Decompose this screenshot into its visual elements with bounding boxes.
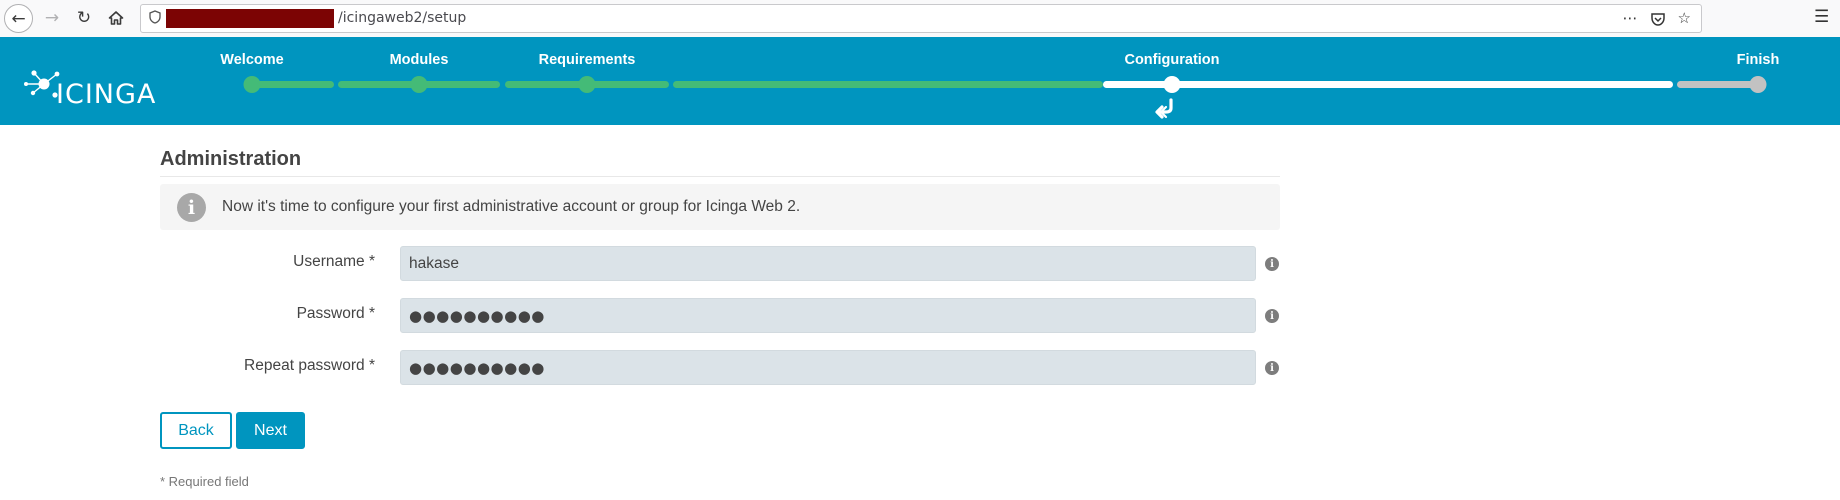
step-dot-welcome <box>243 76 261 93</box>
progress-segment-finish <box>1677 81 1759 88</box>
star-icon[interactable]: ☆ <box>1678 9 1691 27</box>
reload-icon: ↻ <box>76 8 92 28</box>
step-dot-configuration <box>1163 76 1181 93</box>
arrow-right-icon: → <box>44 8 60 28</box>
url-bar[interactable]: /icingaweb2/setup ⋯ ☆ <box>140 4 1702 33</box>
password-help-icon[interactable]: i <box>1265 309 1279 323</box>
browser-toolbar: ← → ↻ /icingaweb2/setup ⋯ ☆ ☰ <box>0 0 1840 38</box>
shield-icon <box>149 10 161 24</box>
pocket-icon[interactable] <box>1650 11 1666 27</box>
progress-segment-welcome <box>252 81 334 88</box>
required-field-note: * Required field <box>160 474 249 489</box>
info-text: Now it's time to configure your first ad… <box>222 198 801 215</box>
back-button[interactable]: ← <box>4 4 33 33</box>
info-icon: i <box>177 193 206 222</box>
repeat-password-help-icon[interactable]: i <box>1265 361 1279 375</box>
username-label: Username * <box>293 253 375 270</box>
step-requirements: Requirements <box>538 52 636 68</box>
step-modules: Modules <box>389 52 449 68</box>
step-dot-requirements <box>578 76 596 93</box>
progress-segment-config-current <box>1103 81 1673 88</box>
setup-header: ICINGA Welcome Modules Requirements Conf… <box>0 37 1840 125</box>
url-path: /icingaweb2/setup <box>338 10 467 26</box>
password-label: Password * <box>296 305 375 322</box>
info-message: i Now it's time to configure your first … <box>160 184 1280 230</box>
logo-text: ICINGA <box>56 79 157 110</box>
title-divider <box>160 176 1280 177</box>
next-button[interactable]: Next <box>236 412 305 449</box>
username-help-icon[interactable]: i <box>1265 257 1279 271</box>
step-finish: Finish <box>1736 52 1780 68</box>
step-dot-modules <box>410 76 428 93</box>
step-dot-finish <box>1749 76 1767 93</box>
repeat-password-label: Repeat password * <box>244 357 375 374</box>
home-icon <box>108 11 124 25</box>
back-button[interactable]: Back <box>160 412 232 449</box>
redacted-host <box>166 9 334 28</box>
reload-button[interactable]: ↻ <box>70 4 98 32</box>
step-configuration: Configuration <box>1124 52 1220 68</box>
page-title: Administration <box>160 148 302 170</box>
hamburger-menu-icon[interactable]: ☰ <box>1814 7 1829 27</box>
username-input[interactable] <box>400 246 1256 281</box>
forward-button[interactable]: → <box>38 4 66 32</box>
more-icon[interactable]: ⋯ <box>1623 9 1638 27</box>
arrow-left-icon: ← <box>11 8 26 29</box>
password-input[interactable] <box>400 298 1256 333</box>
repeat-password-input[interactable] <box>400 350 1256 385</box>
return-arrow-icon <box>1155 98 1173 119</box>
progress-segment-config-done <box>673 81 1103 88</box>
home-button[interactable] <box>102 4 130 32</box>
step-welcome: Welcome <box>220 52 284 68</box>
